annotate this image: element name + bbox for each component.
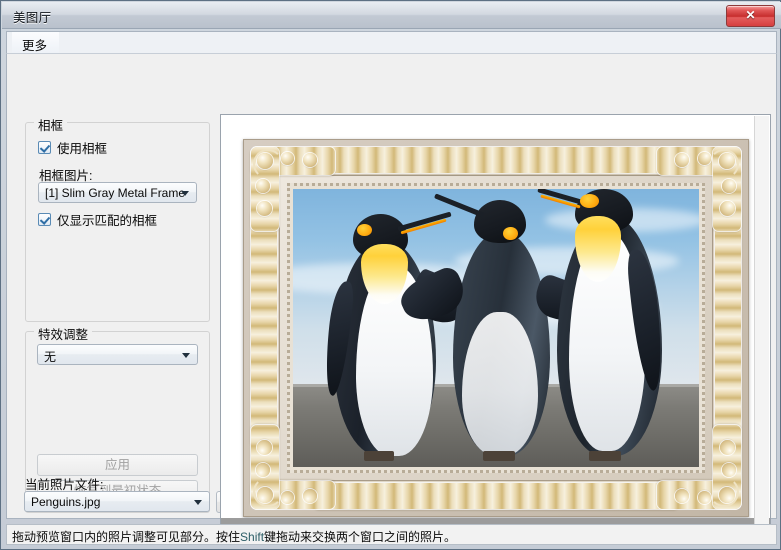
current-photo-value: Penguins.jpg xyxy=(31,495,101,509)
close-icon: ✕ xyxy=(745,8,756,22)
photo-preview-panel[interactable] xyxy=(220,114,771,534)
checkbox-checked-icon xyxy=(38,213,51,226)
current-photo-select[interactable]: Penguins.jpg xyxy=(24,491,210,512)
penguins-photo xyxy=(293,189,699,467)
chevron-down-icon xyxy=(181,191,189,196)
tab-more[interactable]: 更多 xyxy=(12,32,60,53)
close-button[interactable]: ✕ xyxy=(726,5,775,27)
frame-right-ornament xyxy=(715,209,741,447)
frame-left-ornament xyxy=(251,209,277,447)
effect-select[interactable]: 无 xyxy=(37,344,198,365)
dialog-client-area: 相框 使用相框 相框图片: [1] Slim Gray Metal Frame … xyxy=(6,53,777,534)
frame-bottom-ornament xyxy=(313,483,679,509)
effect-value: 无 xyxy=(44,350,57,364)
status-bar: 拖动预览窗口内的照片调整可见部分。按住Shift键拖动来交换两个窗口之间的照片。 xyxy=(6,524,777,545)
use-frame-label: 使用相框 xyxy=(57,142,108,156)
penguin-right xyxy=(536,189,683,462)
title-bar: 美图厅 ✕ xyxy=(2,2,781,29)
frame-group-title: 相框 xyxy=(34,115,68,134)
framed-photo xyxy=(243,139,749,517)
frame-image-value: [1] Slim Gray Metal Frame xyxy=(45,186,186,200)
frame-top-ornament xyxy=(313,147,679,173)
window-title: 美图厅 xyxy=(13,11,52,25)
matching-only-checkbox[interactable]: 仅显示匹配的相框 xyxy=(38,210,157,229)
status-text-part1: 拖动预览窗口内的照片调整可见部分。按住 xyxy=(12,530,241,544)
dialog-window: 美图厅 ✕ 更多 相框 使用相框 相框图片: [1] Slim Gray Met… xyxy=(0,0,781,550)
frame-image-select[interactable]: [1] Slim Gray Metal Frame xyxy=(38,182,197,203)
checkbox-checked-icon xyxy=(38,141,51,154)
use-frame-checkbox[interactable]: 使用相框 xyxy=(38,138,107,157)
chevron-down-icon xyxy=(194,500,202,505)
chevron-down-icon xyxy=(182,353,190,358)
status-keyword-shift: Shift xyxy=(240,530,265,544)
apply-button[interactable]: 应用 xyxy=(37,454,198,476)
status-text-part2: 键拖动来交换两个窗口之间的照片。 xyxy=(264,530,457,544)
frame-group: 相框 使用相框 相框图片: [1] Slim Gray Metal Frame … xyxy=(25,115,210,322)
preview-scrollbar[interactable] xyxy=(754,116,769,532)
matching-only-label: 仅显示匹配的相框 xyxy=(57,214,158,228)
tab-strip: 更多 xyxy=(6,31,777,53)
effect-group-title: 特效调整 xyxy=(34,324,93,343)
